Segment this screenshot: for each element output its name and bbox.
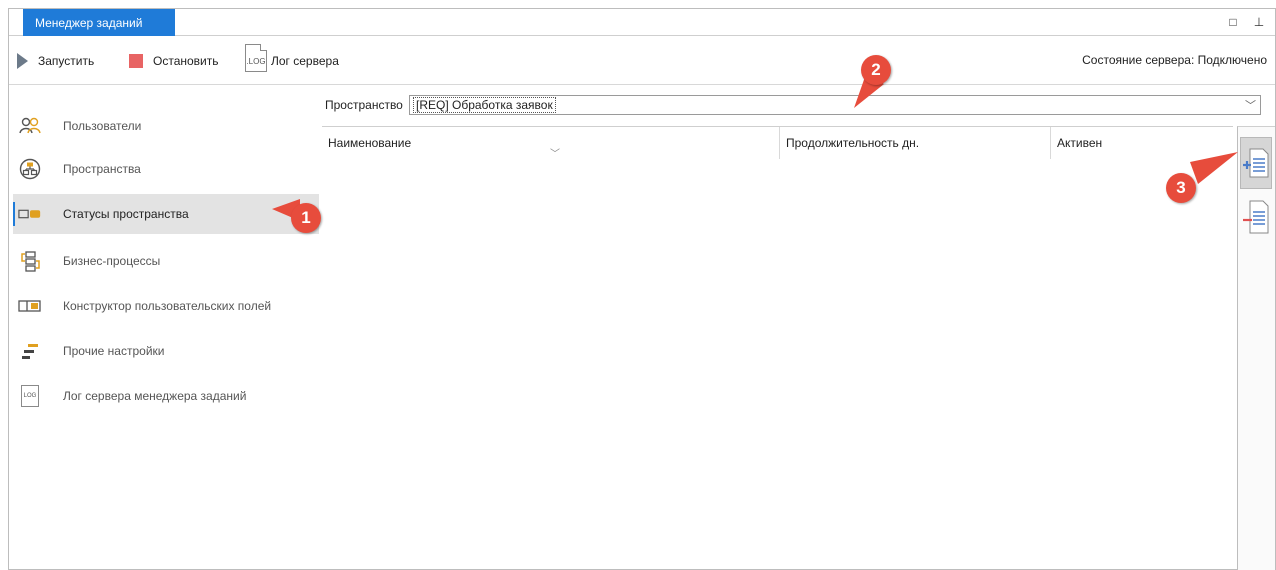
tab-task-manager[interactable]: Менеджер заданий: [23, 9, 175, 36]
add-row-icon: [1243, 148, 1269, 178]
business-process-icon: [18, 249, 42, 273]
field-constructor-icon: [18, 294, 42, 318]
window-controls: □ ⊥: [1227, 15, 1265, 29]
sidebar-item-label: Пользователи: [63, 119, 142, 133]
space-selected-value: [REQ] Обработка заявок: [413, 97, 556, 113]
settings-icon: [18, 339, 42, 363]
sidebar-item-label: Прочие настройки: [63, 344, 165, 358]
users-icon: [18, 114, 42, 138]
server-log-label: Лог сервера: [271, 54, 339, 68]
stop-icon: [129, 54, 143, 68]
sidebar-item-other-settings[interactable]: Прочие настройки: [13, 331, 319, 371]
sidebar-item-label: Лог сервера менеджера заданий: [63, 389, 247, 403]
space-label: Пространство: [325, 98, 403, 112]
space-selector-row: Пространство [REQ] Обработка заявок ﹀: [325, 93, 1271, 117]
chevron-down-icon: ﹀: [1245, 100, 1256, 112]
sidebar-item-business-processes[interactable]: Бизнес-процессы: [13, 241, 319, 281]
restore-icon[interactable]: □: [1227, 15, 1239, 29]
sort-chevron-icon: ﹀: [550, 149, 560, 160]
statuses-icon: [18, 202, 42, 226]
log-file-icon: .LOG: [245, 44, 267, 72]
sidebar-item-field-constructor[interactable]: Конструктор пользовательских полей: [13, 286, 319, 326]
sidebar-item-label: Бизнес-процессы: [63, 254, 161, 268]
sidebar-item-spaces[interactable]: Пространства: [13, 149, 319, 189]
log-icon: LOG: [18, 384, 42, 408]
add-row-button[interactable]: [1240, 137, 1272, 189]
tab-bar: Менеджер заданий □ ⊥: [9, 9, 1275, 36]
sidebar: Пользователи Пространства Статусы простр…: [9, 86, 319, 570]
server-log-button[interactable]: .LOG Лог сервера: [245, 44, 339, 72]
spaces-icon: [18, 157, 42, 181]
pin-icon[interactable]: ⊥: [1253, 15, 1265, 29]
stop-button[interactable]: Остановить: [129, 51, 219, 71]
sidebar-item-task-manager-log[interactable]: LOG Лог сервера менеджера заданий: [13, 376, 319, 416]
callout-1-badge: 1: [291, 203, 321, 233]
play-icon: [17, 53, 28, 69]
column-name[interactable]: Наименование ﹀: [322, 127, 780, 160]
start-button[interactable]: Запустить: [13, 51, 94, 71]
server-status: Состояние сервера: Подключено: [1082, 53, 1267, 67]
start-label: Запустить: [38, 54, 95, 68]
toolbar: Запустить Остановить .LOG Лог сервера Со…: [9, 37, 1275, 85]
statuses-grid: Наименование ﹀ Продолжительность дн. Акт…: [322, 126, 1233, 570]
stop-label: Остановить: [153, 54, 219, 68]
sidebar-item-label: Конструктор пользовательских полей: [63, 299, 272, 313]
grid-header: Наименование ﹀ Продолжительность дн. Акт…: [322, 127, 1233, 160]
grid-actions-panel: [1237, 126, 1275, 570]
column-duration[interactable]: Продолжительность дн.: [780, 127, 1051, 159]
space-dropdown[interactable]: [REQ] Обработка заявок ﹀: [409, 95, 1261, 115]
sidebar-item-users[interactable]: Пользователи: [13, 106, 319, 146]
remove-row-icon: [1243, 200, 1269, 234]
sidebar-item-label: Пространства: [63, 162, 141, 176]
sidebar-item-label: Статусы пространства: [63, 207, 189, 221]
remove-row-button[interactable]: [1240, 191, 1272, 243]
callout-2-badge: 2: [861, 55, 891, 85]
callout-3-badge: 3: [1166, 173, 1196, 203]
task-manager-window: Менеджер заданий □ ⊥ Запустить Остановит…: [8, 8, 1276, 570]
